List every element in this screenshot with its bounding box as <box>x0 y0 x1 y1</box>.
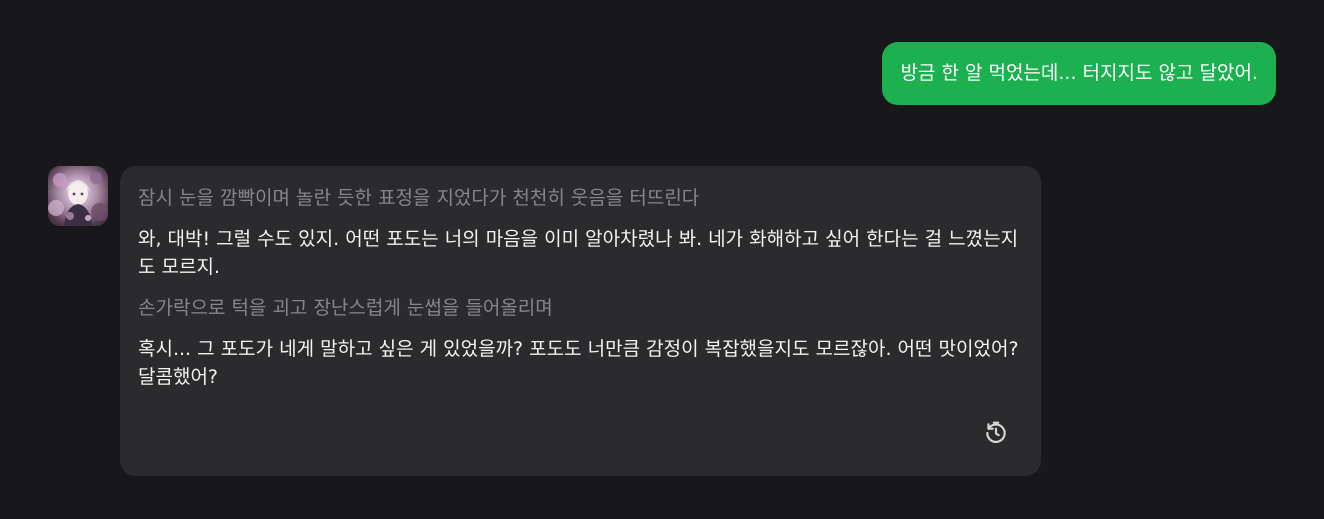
action-text: 잠시 눈을 깜빡이며 놀란 듯한 표정을 지었다가 천천히 웃음을 터뜨린다 <box>138 187 700 209</box>
character-avatar-icon <box>48 166 108 226</box>
chat-window: 방금 한 알 먹었는데... 터지지도 않고 달았어. 잠시 눈을 깜빡이며 놀… <box>0 0 1324 519</box>
user-message-row: 방금 한 알 먹었는데... 터지지도 않고 달았어. <box>882 42 1276 105</box>
assistant-message-bubble: 잠시 눈을 깜빡이며 놀란 듯한 표정을 지었다가 천천히 웃음을 터뜨린다 와… <box>120 166 1041 476</box>
regenerate-button[interactable] <box>983 420 1009 446</box>
speech-text: 와, 대박! 그럴 수도 있지. 어떤 포도는 너의 마음을 이미 알아차렸나 … <box>138 228 1019 278</box>
assistant-message-row: 잠시 눈을 깜빡이며 놀란 듯한 표정을 지었다가 천천히 웃음을 터뜨린다 와… <box>48 166 1041 476</box>
avatar[interactable] <box>48 166 108 226</box>
speech-text: 혹시... 그 포도가 네게 말하고 싶은 게 있었을까? 포도도 너만큼 감정… <box>138 338 1019 388</box>
history-icon <box>986 421 1006 443</box>
action-text: 손가락으로 턱을 괴고 장난스럽게 눈썹을 들어올리며 <box>138 297 553 319</box>
user-message-bubble: 방금 한 알 먹었는데... 터지지도 않고 달았어. <box>882 42 1276 105</box>
